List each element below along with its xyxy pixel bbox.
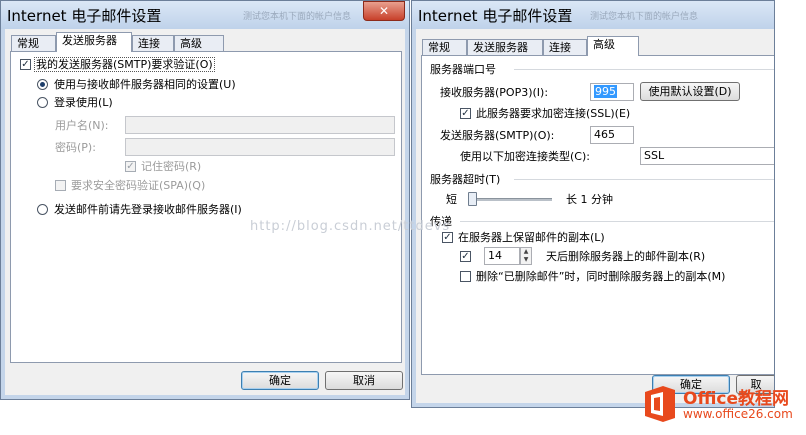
incoming-port-label: 接收服务器(POP3)(I):: [440, 86, 549, 99]
office-logo-icon: [645, 386, 675, 422]
use-defaults-button[interactable]: 使用默认设置(D): [640, 82, 740, 101]
delete-when-deleted-checkbox[interactable]: [460, 271, 471, 282]
right-ghost-title: 测试您本机下面的帐户信息: [590, 12, 699, 22]
password-label: 密码(P):: [55, 141, 96, 154]
timeout-group-label: 服务器超时(T): [430, 173, 501, 186]
right-dialog-title: Internet 电子邮件设置: [418, 7, 573, 25]
tab-advanced[interactable]: 高级: [174, 35, 224, 52]
timeout-group-divider: [514, 179, 774, 180]
left-dialog-title: Internet 电子邮件设置: [7, 7, 162, 25]
tab-general[interactable]: 常规: [11, 35, 56, 52]
right-client-area: 常规 发送服务器 连接 高级 服务器端口号 接收服务器(POP3)(I): 99…: [416, 29, 774, 403]
close-icon[interactable]: ✕: [363, 1, 405, 21]
tab-connection[interactable]: 连接: [132, 35, 174, 52]
spa-label: 要求安全密码验证(SPA)(Q): [71, 179, 206, 192]
days-stepper[interactable]: ▲ ▼: [520, 247, 532, 265]
encryption-type-label: 使用以下加密连接类型(C):: [460, 150, 590, 163]
username-input[interactable]: [125, 116, 395, 134]
username-label: 用户名(N):: [55, 119, 109, 132]
remember-password-label: 记住密码(R): [141, 160, 202, 173]
ssl-required-label: 此服务器要求加密连接(SSL)(E): [476, 107, 631, 120]
right-tab-panel: 服务器端口号 接收服务器(POP3)(I): 995 使用默认设置(D) ✓ 此…: [421, 55, 774, 375]
days-label: 天后删除服务器上的邮件副本(R): [546, 250, 706, 263]
incoming-port-value: 995: [594, 85, 617, 98]
tab-outgoing-server[interactable]: 发送服务器: [467, 39, 543, 56]
left-ok-button[interactable]: 确定: [241, 371, 319, 390]
timeout-short-label: 短: [446, 193, 457, 206]
remember-password-checkbox[interactable]: ✓: [125, 161, 136, 172]
login-before-send-label: 发送邮件前请先登录接收邮件服务器(I): [54, 203, 242, 216]
remove-after-days-checkbox[interactable]: ✓: [460, 251, 471, 262]
same-settings-radio[interactable]: [37, 79, 48, 90]
left-ghost-title: 测试您本机下面的帐户信息: [243, 12, 352, 22]
incoming-port-input[interactable]: 995: [590, 83, 634, 101]
left-dialog: Internet 电子邮件设置 测试您本机下面的帐户信息 ✕ 常规 发送服务器 …: [0, 0, 410, 400]
watermark-text: http://blog.csdn.net/ttdevs: [250, 219, 451, 234]
outgoing-port-label: 发送服务器(SMTP)(O):: [440, 129, 555, 142]
site-logo: Office教程网 www.office26.com: [637, 380, 803, 430]
days-input[interactable]: 14: [484, 247, 520, 265]
encryption-type-select[interactable]: SSL: [640, 147, 774, 165]
tab-outgoing-server[interactable]: 发送服务器: [56, 32, 132, 52]
timeout-slider-track[interactable]: [468, 198, 552, 201]
delete-when-deleted-label: 删除“已删除邮件”时，同时删除服务器上的副本(M): [476, 270, 726, 283]
same-settings-label: 使用与接收邮件服务器相同的设置(U): [54, 78, 236, 91]
timeout-slider-thumb[interactable]: [468, 192, 477, 206]
left-tab-panel: ✓ 我的发送服务器(SMTP)要求验证(O) 使用与接收邮件服务器相同的设置(U…: [10, 51, 402, 363]
delivery-group-divider: [460, 221, 774, 222]
left-client-area: 常规 发送服务器 连接 高级 ✓ 我的发送服务器(SMTP)要求验证(O) 使用…: [5, 29, 405, 395]
logo-url: www.office26.com: [683, 407, 793, 421]
ports-group-divider: [514, 69, 774, 70]
login-using-radio[interactable]: [37, 97, 48, 108]
leave-copy-label: 在服务器上保留邮件的副本(L): [458, 231, 605, 244]
login-before-send-radio[interactable]: [37, 204, 48, 215]
auth-checkbox[interactable]: ✓: [20, 59, 31, 70]
ports-group-label: 服务器端口号: [430, 63, 496, 76]
password-input[interactable]: [125, 138, 395, 156]
outgoing-port-input[interactable]: 465: [590, 126, 634, 144]
auth-checkbox-label: 我的发送服务器(SMTP)要求验证(O): [34, 57, 215, 72]
tab-general[interactable]: 常规: [422, 39, 467, 56]
left-title-bar[interactable]: Internet 电子邮件设置 测试您本机下面的帐户信息 ✕: [1, 1, 409, 29]
timeout-long-label: 长 1 分钟: [566, 193, 613, 206]
ssl-required-checkbox[interactable]: ✓: [460, 108, 471, 119]
tab-advanced[interactable]: 高级: [587, 36, 639, 56]
tab-connection[interactable]: 连接: [543, 39, 587, 56]
login-using-label: 登录使用(L): [54, 96, 113, 109]
spa-checkbox[interactable]: [55, 180, 66, 191]
left-cancel-button[interactable]: 取消: [325, 371, 403, 390]
right-dialog: Internet 电子邮件设置 测试您本机下面的帐户信息 常规 发送服务器 连接…: [411, 0, 775, 408]
right-title-bar[interactable]: Internet 电子邮件设置 测试您本机下面的帐户信息: [412, 1, 774, 29]
logo-name: Office教程网: [683, 389, 790, 409]
